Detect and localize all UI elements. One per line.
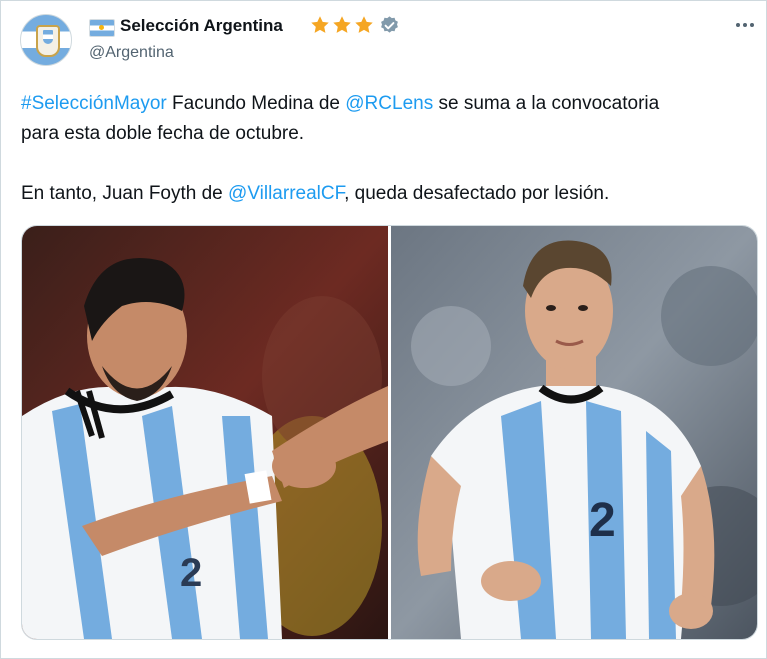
tweet-card[interactable]: Selección Argentina @Argentina #Selecció… [0,0,767,659]
svg-text:2: 2 [589,494,616,547]
tweet-text-segment: Facundo Medina de [166,93,346,114]
verified-badge-icon [381,16,398,33]
star-icon [311,16,329,33]
hashtag-link[interactable]: #SelecciónMayor [21,93,167,114]
avatar[interactable] [20,14,72,66]
star-icon [355,16,373,33]
mention-link-rclens[interactable]: @RCLens [345,93,433,114]
tweet-text-segment: , queda desafectado por lesión. [344,183,610,204]
star-icon [333,16,351,33]
author-handle[interactable]: @Argentina [89,43,174,63]
tweet-text-segment: se suma a la convocatoria [433,93,660,114]
photo-right[interactable]: 2 [391,226,757,639]
more-options-icon[interactable] [731,13,759,37]
tweet-line-2: para esta doble fecha de octubre. [21,123,305,144]
media-grid: 2 2 [21,225,758,640]
author-display-name[interactable]: Selección Argentina [120,16,283,36]
afa-crest-icon [36,25,60,57]
tweet-line-1: #SelecciónMayor Facundo Medina de @RCLen… [21,89,751,119]
svg-text:2: 2 [180,551,202,595]
tweet-text: #SelecciónMayor Facundo Medina de @RCLen… [21,89,751,209]
star-rating [309,14,375,36]
argentina-flag-icon [89,19,115,37]
photo-left[interactable]: 2 [22,226,388,639]
tweet-line-3: En tanto, Juan Foyth de @VillarrealCF, q… [21,179,751,209]
mention-link-villarrealcf[interactable]: @VillarrealCF [228,183,344,204]
tweet-text-segment: En tanto, Juan Foyth de [21,183,229,204]
